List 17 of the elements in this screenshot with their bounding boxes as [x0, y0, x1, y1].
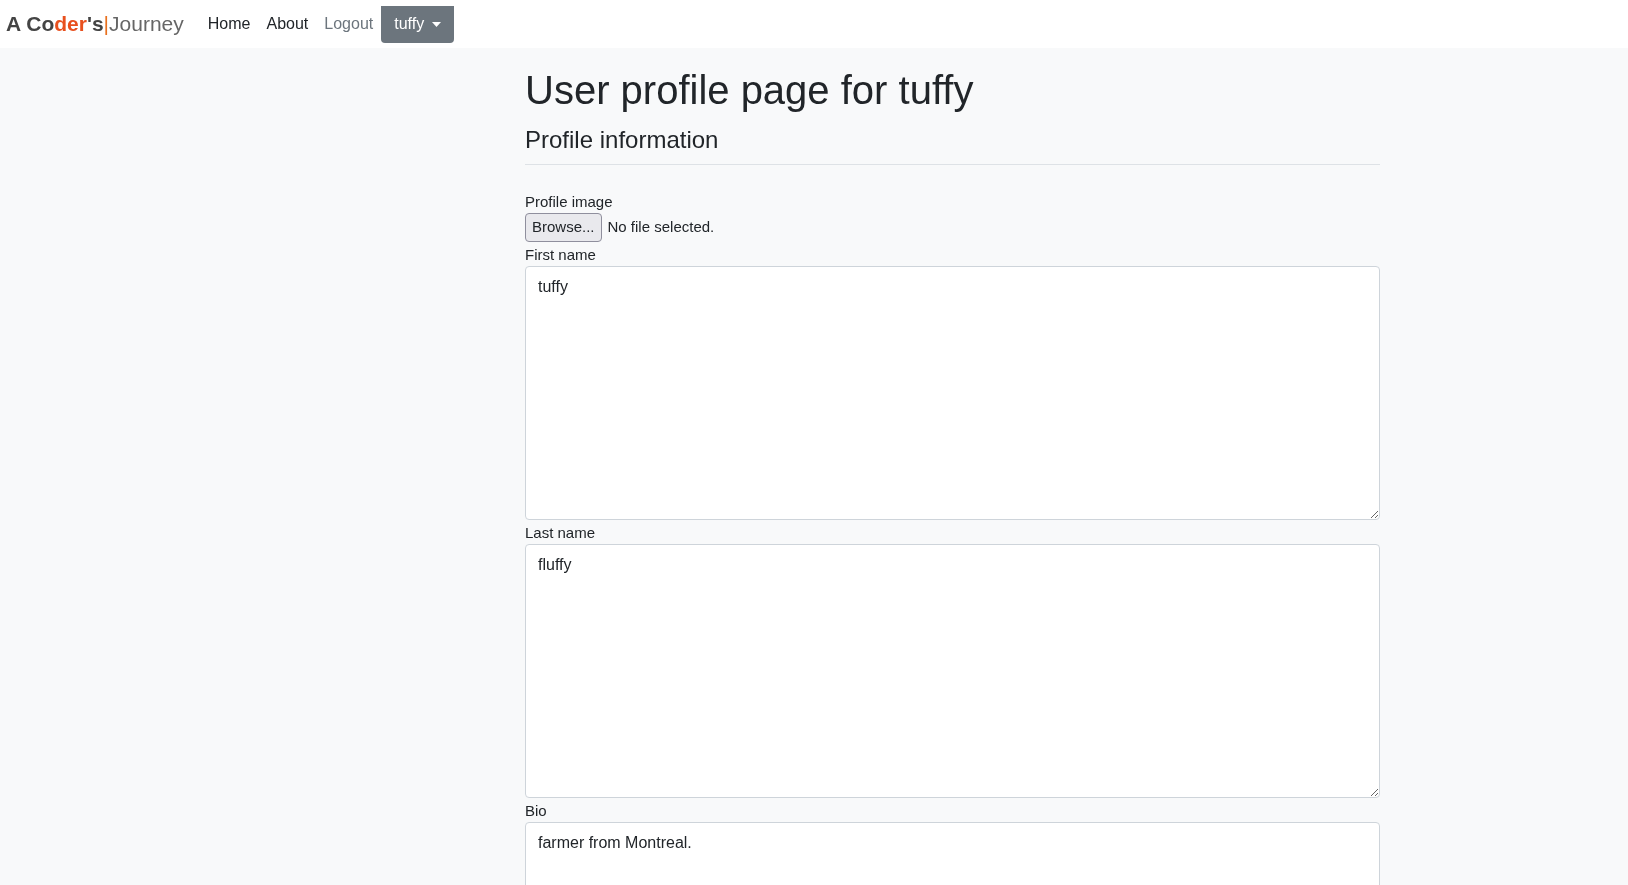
browse-button[interactable]: Browse...: [525, 213, 602, 242]
nav-link[interactable]: Home: [207, 12, 251, 36]
nav-link[interactable]: About: [266, 12, 309, 36]
section-heading: Profile information: [525, 122, 1380, 165]
page-title: User profile page for tuffy: [525, 67, 975, 114]
field-label: Profile image: [525, 192, 614, 212]
brand-logo[interactable]: A Coder's|Journey: [6, 8, 184, 40]
field-label: First name: [525, 245, 597, 265]
caret-icon: [432, 21, 442, 27]
user-menu-button[interactable]: tuffy: [381, 5, 455, 43]
text-area[interactable]: farmer from Montreal.: [525, 822, 1380, 885]
text-area[interactable]: fluffy: [525, 544, 1380, 798]
file-status: No file selected.: [607, 217, 715, 238]
field-label: Last name: [525, 523, 597, 543]
nav-link[interactable]: Logout: [324, 12, 374, 36]
text-area[interactable]: tuffy: [525, 266, 1380, 520]
field-label: Bio: [525, 801, 548, 821]
